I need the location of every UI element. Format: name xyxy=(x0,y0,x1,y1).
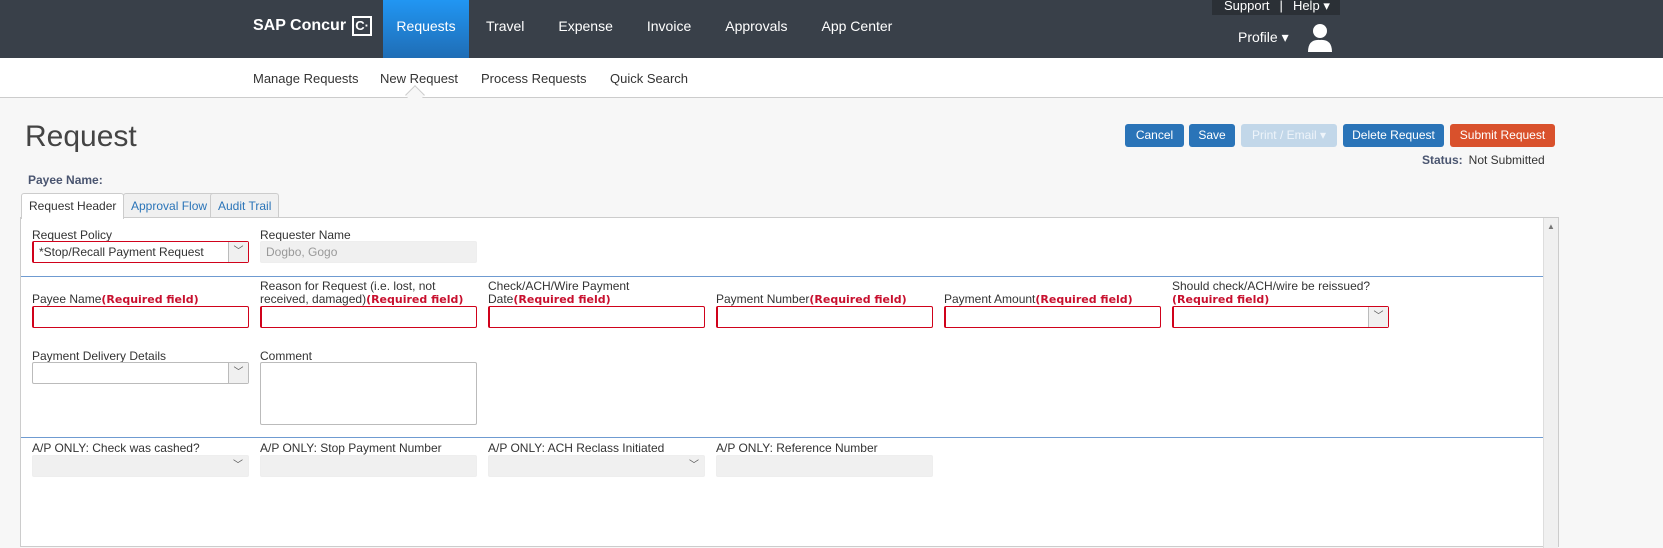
payment-date-label: Check/ACH/Wire Payment Date(Required fie… xyxy=(488,280,658,307)
tab-audit-trail[interactable]: Audit Trail xyxy=(210,193,280,218)
print-email-button[interactable]: Print / Email ▾ xyxy=(1241,124,1337,147)
chevron-down-icon: ﹀ xyxy=(228,242,248,262)
subnav-new-request[interactable]: New Request xyxy=(380,71,458,86)
nav-travel[interactable]: Travel xyxy=(469,0,541,58)
subnav-process-requests[interactable]: Process Requests xyxy=(481,71,587,86)
profile-label: Profile xyxy=(1238,29,1278,45)
label-text: Payment Number xyxy=(716,292,810,306)
tab-approval-flow[interactable]: Approval Flow xyxy=(123,193,216,218)
status-label: Status: xyxy=(1422,153,1463,167)
subnav-manage-requests[interactable]: Manage Requests xyxy=(253,71,359,86)
nav-app-center[interactable]: App Center xyxy=(805,0,910,58)
nav-approvals[interactable]: Approvals xyxy=(708,0,804,58)
profile-menu[interactable]: Profile ▾ xyxy=(1238,29,1289,46)
subnav-quick-search[interactable]: Quick Search xyxy=(610,71,688,86)
concur-logo-icon: C· xyxy=(352,16,373,36)
label-text: Should check/ACH/wire be reissued? xyxy=(1172,279,1371,293)
comment-textarea[interactable] xyxy=(260,362,477,425)
reissue-select[interactable]: ﹀ xyxy=(1172,306,1389,328)
delete-request-button[interactable]: Delete Request xyxy=(1343,124,1444,147)
submit-request-button[interactable]: Submit Request xyxy=(1450,124,1555,147)
required-marker: (Required field) xyxy=(1035,293,1133,306)
stop-payment-number-field xyxy=(260,455,477,477)
request-policy-select[interactable]: *Stop/Recall Payment Request ﹀ xyxy=(32,241,249,263)
chevron-down-icon: ﹀ xyxy=(689,460,699,471)
requester-name-field: Dogbo, Gogo xyxy=(260,241,477,263)
chevron-down-icon: ﹀ xyxy=(233,460,243,471)
section-divider xyxy=(21,437,1543,438)
payment-date-input[interactable] xyxy=(488,306,705,328)
request-header-panel xyxy=(20,217,1559,547)
page-title: Request xyxy=(25,120,137,153)
chevron-down-icon: ﹀ xyxy=(228,363,248,383)
nav-invoice[interactable]: Invoice xyxy=(630,0,708,58)
tab-request-header[interactable]: Request Header xyxy=(21,193,125,219)
ach-reclass-select: ﹀ xyxy=(488,455,705,477)
print-email-label: Print / Email xyxy=(1251,128,1317,142)
help-menu[interactable]: Help ▾ xyxy=(1293,0,1330,15)
check-cashed-label: A/P ONLY: Check was cashed? xyxy=(32,441,200,455)
nav-requests[interactable]: Requests xyxy=(383,0,469,58)
delivery-details-select[interactable]: ﹀ xyxy=(32,362,249,384)
reference-number-label: A/P ONLY: Reference Number xyxy=(716,441,878,455)
nav-expense[interactable]: Expense xyxy=(541,0,629,58)
stop-payment-number-label: A/P ONLY: Stop Payment Number xyxy=(260,441,442,455)
ach-reclass-label: A/P ONLY: ACH Reclass Initiated xyxy=(488,441,665,455)
brand-text: SAP Concur xyxy=(253,17,347,34)
save-button[interactable]: Save xyxy=(1189,124,1235,147)
payment-amount-label: Payment Amount(Required field) xyxy=(944,292,1174,307)
chevron-down-icon: ﹀ xyxy=(1368,307,1388,327)
reason-label: Reason for Request (i.e. lost, not recei… xyxy=(260,280,480,307)
required-marker: (Required field) xyxy=(366,293,464,306)
payment-number-label: Payment Number(Required field) xyxy=(716,292,946,307)
main-nav: Requests Travel Expense Invoice Approval… xyxy=(383,0,909,58)
help-label: Help xyxy=(1292,0,1320,13)
sub-nav: Manage Requests New Request Process Requ… xyxy=(0,58,1663,98)
required-marker: (Required field) xyxy=(809,293,907,306)
reference-number-field xyxy=(716,455,933,477)
payee-name-heading: Payee Name: xyxy=(28,173,103,187)
payment-amount-input[interactable] xyxy=(944,306,1161,328)
cancel-button[interactable]: Cancel xyxy=(1125,124,1184,147)
utility-links: Support | Help ▾ xyxy=(1212,0,1340,15)
required-marker: (Required field) xyxy=(1172,293,1270,306)
reissue-label: Should check/ACH/wire be reissued? (Requi… xyxy=(1172,279,1402,307)
status: Status: Not Submitted xyxy=(1422,153,1545,167)
reason-input[interactable] xyxy=(260,306,477,328)
support-link[interactable]: Support xyxy=(1224,0,1270,15)
section-divider xyxy=(21,276,1543,277)
label-text: Payment Amount xyxy=(944,292,1036,306)
payee-name-input[interactable] xyxy=(32,306,249,328)
caret-down-icon: ▾ xyxy=(1323,0,1330,13)
divider: | xyxy=(1279,0,1283,13)
caret-down-icon: ▾ xyxy=(1281,29,1289,45)
label-text: Payee Name xyxy=(32,292,102,306)
user-avatar-icon[interactable] xyxy=(1306,22,1334,52)
check-cashed-select: ﹀ xyxy=(32,455,249,477)
payment-number-input[interactable] xyxy=(716,306,933,328)
top-bar: SAP Concur C· Requests Travel Expense Inv… xyxy=(0,0,1663,58)
scroll-up-icon[interactable]: ▲ xyxy=(1544,222,1558,231)
request-policy-value: *Stop/Recall Payment Request xyxy=(39,245,204,259)
status-value: Not Submitted xyxy=(1468,153,1545,167)
sap-concur-logo[interactable]: SAP Concur C· xyxy=(253,16,373,36)
required-marker: (Required field) xyxy=(101,293,199,306)
caret-down-icon: ▾ xyxy=(1320,128,1327,142)
payee-name-label: Payee Name(Required field) xyxy=(32,292,262,307)
required-marker: (Required field) xyxy=(513,293,611,306)
scrollbar[interactable]: ▲ xyxy=(1543,218,1558,548)
